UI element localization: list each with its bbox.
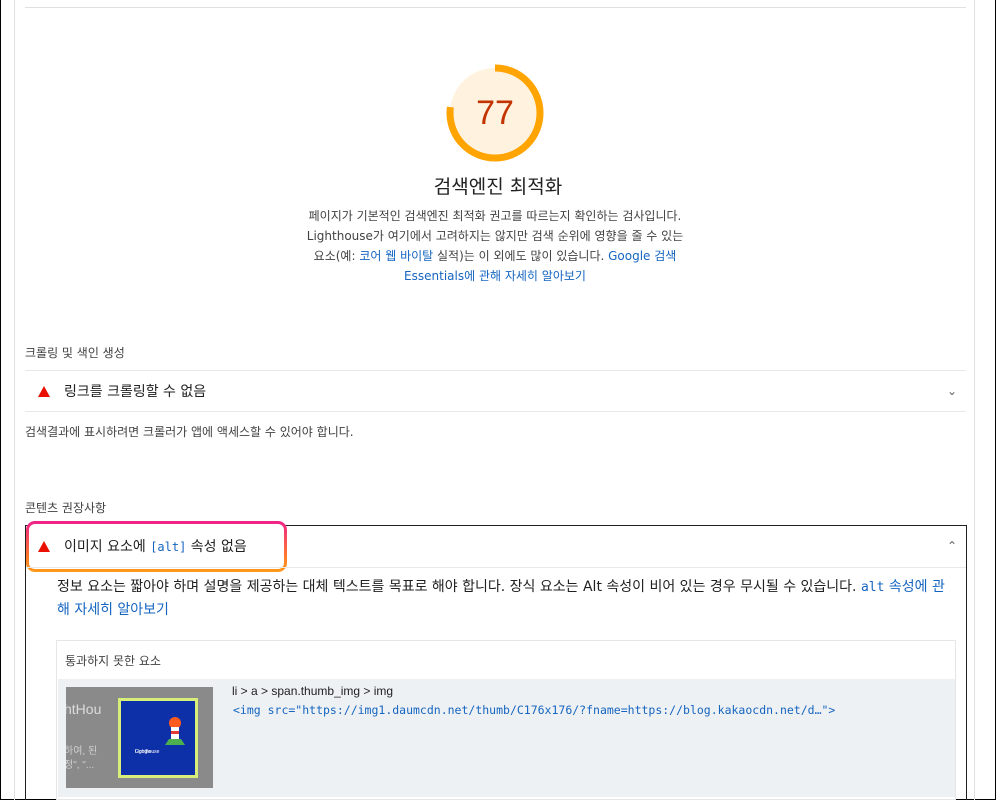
- audit-title-text: 이미지 요소에: [64, 539, 151, 555]
- desc-line: 요소(예:: [313, 249, 360, 263]
- search-essentials-link[interactable]: Google 검색: [608, 249, 676, 263]
- failing-elements-table: 통과하지 못한 요소 htHou 하여, 된정", "... Google Lig…: [56, 640, 956, 800]
- chevron-down-icon[interactable]: ⌄: [947, 371, 957, 411]
- search-essentials-link-cont[interactable]: Essentials에 관해 자세히 알아보기: [404, 269, 586, 283]
- triangle-fail-icon: [38, 385, 50, 397]
- thumb-text: 정", "...: [66, 760, 95, 771]
- desc-line: 실적)는 이 외에도 많이 있습니다.: [433, 249, 609, 263]
- audit-description: 정보 요소는 짧아야 하며 설명을 제공하는 대체 텍스트를 목표로 해야 합니…: [57, 576, 957, 622]
- element-image: Google Lighthouse: [118, 698, 198, 778]
- audit-title: 이미지 요소에 [alt] 속성 없음: [64, 536, 247, 556]
- table-header: 통과하지 못한 요소: [65, 654, 161, 668]
- thumb-text: Lighthouse: [135, 749, 160, 755]
- desc-line: 페이지가 기본적인 검색엔진 최적화 권고를 따르는지 확인하는 검사입니다.: [308, 209, 682, 223]
- group-title-crawl: 크롤링 및 색인 생성: [25, 346, 125, 360]
- group-title-content: 콘텐츠 권장사항: [25, 501, 107, 515]
- triangle-fail-icon: [38, 540, 50, 552]
- chevron-up-icon[interactable]: ⌃: [947, 525, 957, 567]
- alt-code: alt: [860, 580, 885, 595]
- element-selector: li > a > span.thumb_img > img: [232, 684, 394, 698]
- audit-image-alt[interactable]: 이미지 요소에 [alt] 속성 없음 ⌃: [25, 525, 966, 567]
- core-web-vitals-link[interactable]: 코어 웹 바이탈: [359, 249, 433, 263]
- thumb-bg-text: htHou: [66, 701, 102, 717]
- table-row[interactable]: htHou 하여, 된정", "... Google Lighthouse li …: [58, 679, 955, 797]
- audit-desc-text: 정보 요소는 짧아야 하며 설명을 제공하는 대체 텍스트를 목표로 해야 합니…: [57, 579, 861, 595]
- audit-crawlable-anchors[interactable]: 링크를 크롤링할 수 없음 ⌄: [25, 371, 966, 411]
- category-title: 검색엔진 최적화: [433, 176, 563, 198]
- lighthouse-icon: [165, 717, 185, 745]
- divider: [26, 567, 966, 568]
- desc-line: Lighthouse가 여기에서 고려하지는 않지만 검색 순위에 영향을 줄 …: [306, 229, 684, 243]
- thumb-text: 하여, 된: [66, 746, 98, 757]
- divider: [25, 7, 966, 8]
- element-screenshot: htHou 하여, 된정", "... Google Lighthouse: [66, 687, 213, 788]
- audit-title-code: [alt]: [150, 540, 187, 554]
- category-description: 페이지가 기본적인 검색엔진 최적화 권고를 따르는지 확인하는 검사입니다. …: [290, 206, 700, 286]
- score-value: 77: [476, 93, 514, 132]
- audit-title-text: 속성 없음: [186, 539, 247, 555]
- thumb-bg-text2: 하여, 된정", "...: [66, 745, 97, 773]
- divider: [25, 411, 966, 412]
- element-snippet: <img src="https://img1.daumcdn.net/thumb…: [233, 703, 836, 717]
- audit-title: 링크를 크롤링할 수 없음: [64, 384, 207, 400]
- group-hint: 검색결과에 표시하려면 크롤러가 앱에 액세스할 수 있어야 합니다.: [25, 425, 354, 439]
- score-gauge: 77: [446, 64, 544, 162]
